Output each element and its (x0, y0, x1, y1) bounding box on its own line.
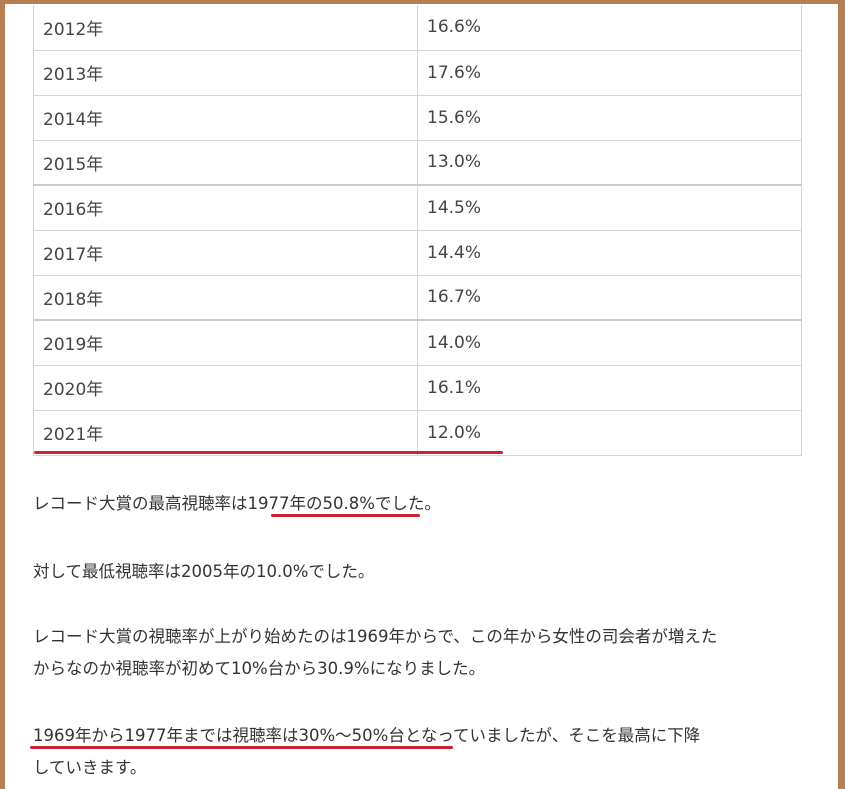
table-row-underline (34, 451, 503, 454)
rating-cell: 13.0% (417, 139, 802, 186)
paragraph-text: となっていましたが、そこを最高に下降 (404, 726, 701, 745)
paragraph-line: レコード大賞の視聴率が上がり始めたのは1969年からで、この年から女性の司会者が… (33, 627, 718, 646)
highlight-text: 1977年の50.8% (247, 494, 375, 513)
year-cell: 2012年 (33, 5, 418, 51)
year-cell: 2020年 (33, 364, 418, 411)
table-row: 2018年 16.7% (33, 274, 802, 321)
rating-cell: 16.1% (417, 364, 802, 411)
year-cell: 2017年 (33, 229, 418, 276)
ratings-table: 2012年 16.6% 2013年 17.6% 2014年 15.6% 2015… (33, 5, 802, 456)
table-row: 2021年 12.0% (33, 409, 802, 456)
table-row: 2013年 17.6% (33, 49, 802, 96)
paragraph-rating-rise: レコード大賞の視聴率が上がり始めたのは1969年からで、この年から女性の司会者が… (33, 621, 717, 685)
year-cell: 2018年 (33, 274, 418, 321)
paragraph-text: 対して最低視聴率は2005年の10.0%でした。 (33, 562, 375, 581)
year-cell: 2016年 (33, 184, 418, 231)
highlight-underline (271, 514, 420, 517)
paragraph-text: レコード大賞の最高視聴率は (33, 494, 248, 513)
highlight-text: 1969年から1977年までは視聴率は30%～50%台 (33, 726, 405, 745)
rating-cell: 16.6% (417, 5, 802, 51)
rating-cell: 15.6% (417, 94, 802, 141)
table-row: 2020年 16.1% (33, 364, 802, 411)
year-cell: 2014年 (33, 94, 418, 141)
table-row: 2012年 16.6% (33, 5, 802, 51)
rating-cell: 12.0% (417, 409, 802, 456)
rating-cell: 14.5% (417, 184, 802, 231)
year-cell: 2013年 (33, 49, 418, 96)
table-row: 2016年 14.5% (33, 184, 802, 231)
paragraph-line: していきます。 (33, 758, 147, 777)
year-cell: 2015年 (33, 139, 418, 186)
rating-cell: 14.4% (417, 229, 802, 276)
paragraph-line: からなのか視聴率が初めて10%台から30.9%になりました。 (33, 659, 486, 678)
table-row: 2017年 14.4% (33, 229, 802, 276)
year-cell: 2021年 (33, 409, 418, 456)
paragraph-lowest-rating: 対して最低視聴率は2005年の10.0%でした。 (33, 556, 374, 588)
paragraph-text: でした。 (374, 494, 441, 513)
rating-cell: 16.7% (417, 274, 802, 321)
highlight-underline (30, 746, 453, 749)
rating-cell: 14.0% (417, 319, 802, 366)
table-row: 2014年 15.6% (33, 94, 802, 141)
year-cell: 2019年 (33, 319, 418, 366)
paragraph-rating-decline: 1969年から1977年までは視聴率は30%～50%台となっていましたが、そこを… (33, 720, 700, 784)
table-row: 2019年 14.0% (33, 319, 802, 366)
rating-cell: 17.6% (417, 49, 802, 96)
table-row: 2015年 13.0% (33, 139, 802, 186)
